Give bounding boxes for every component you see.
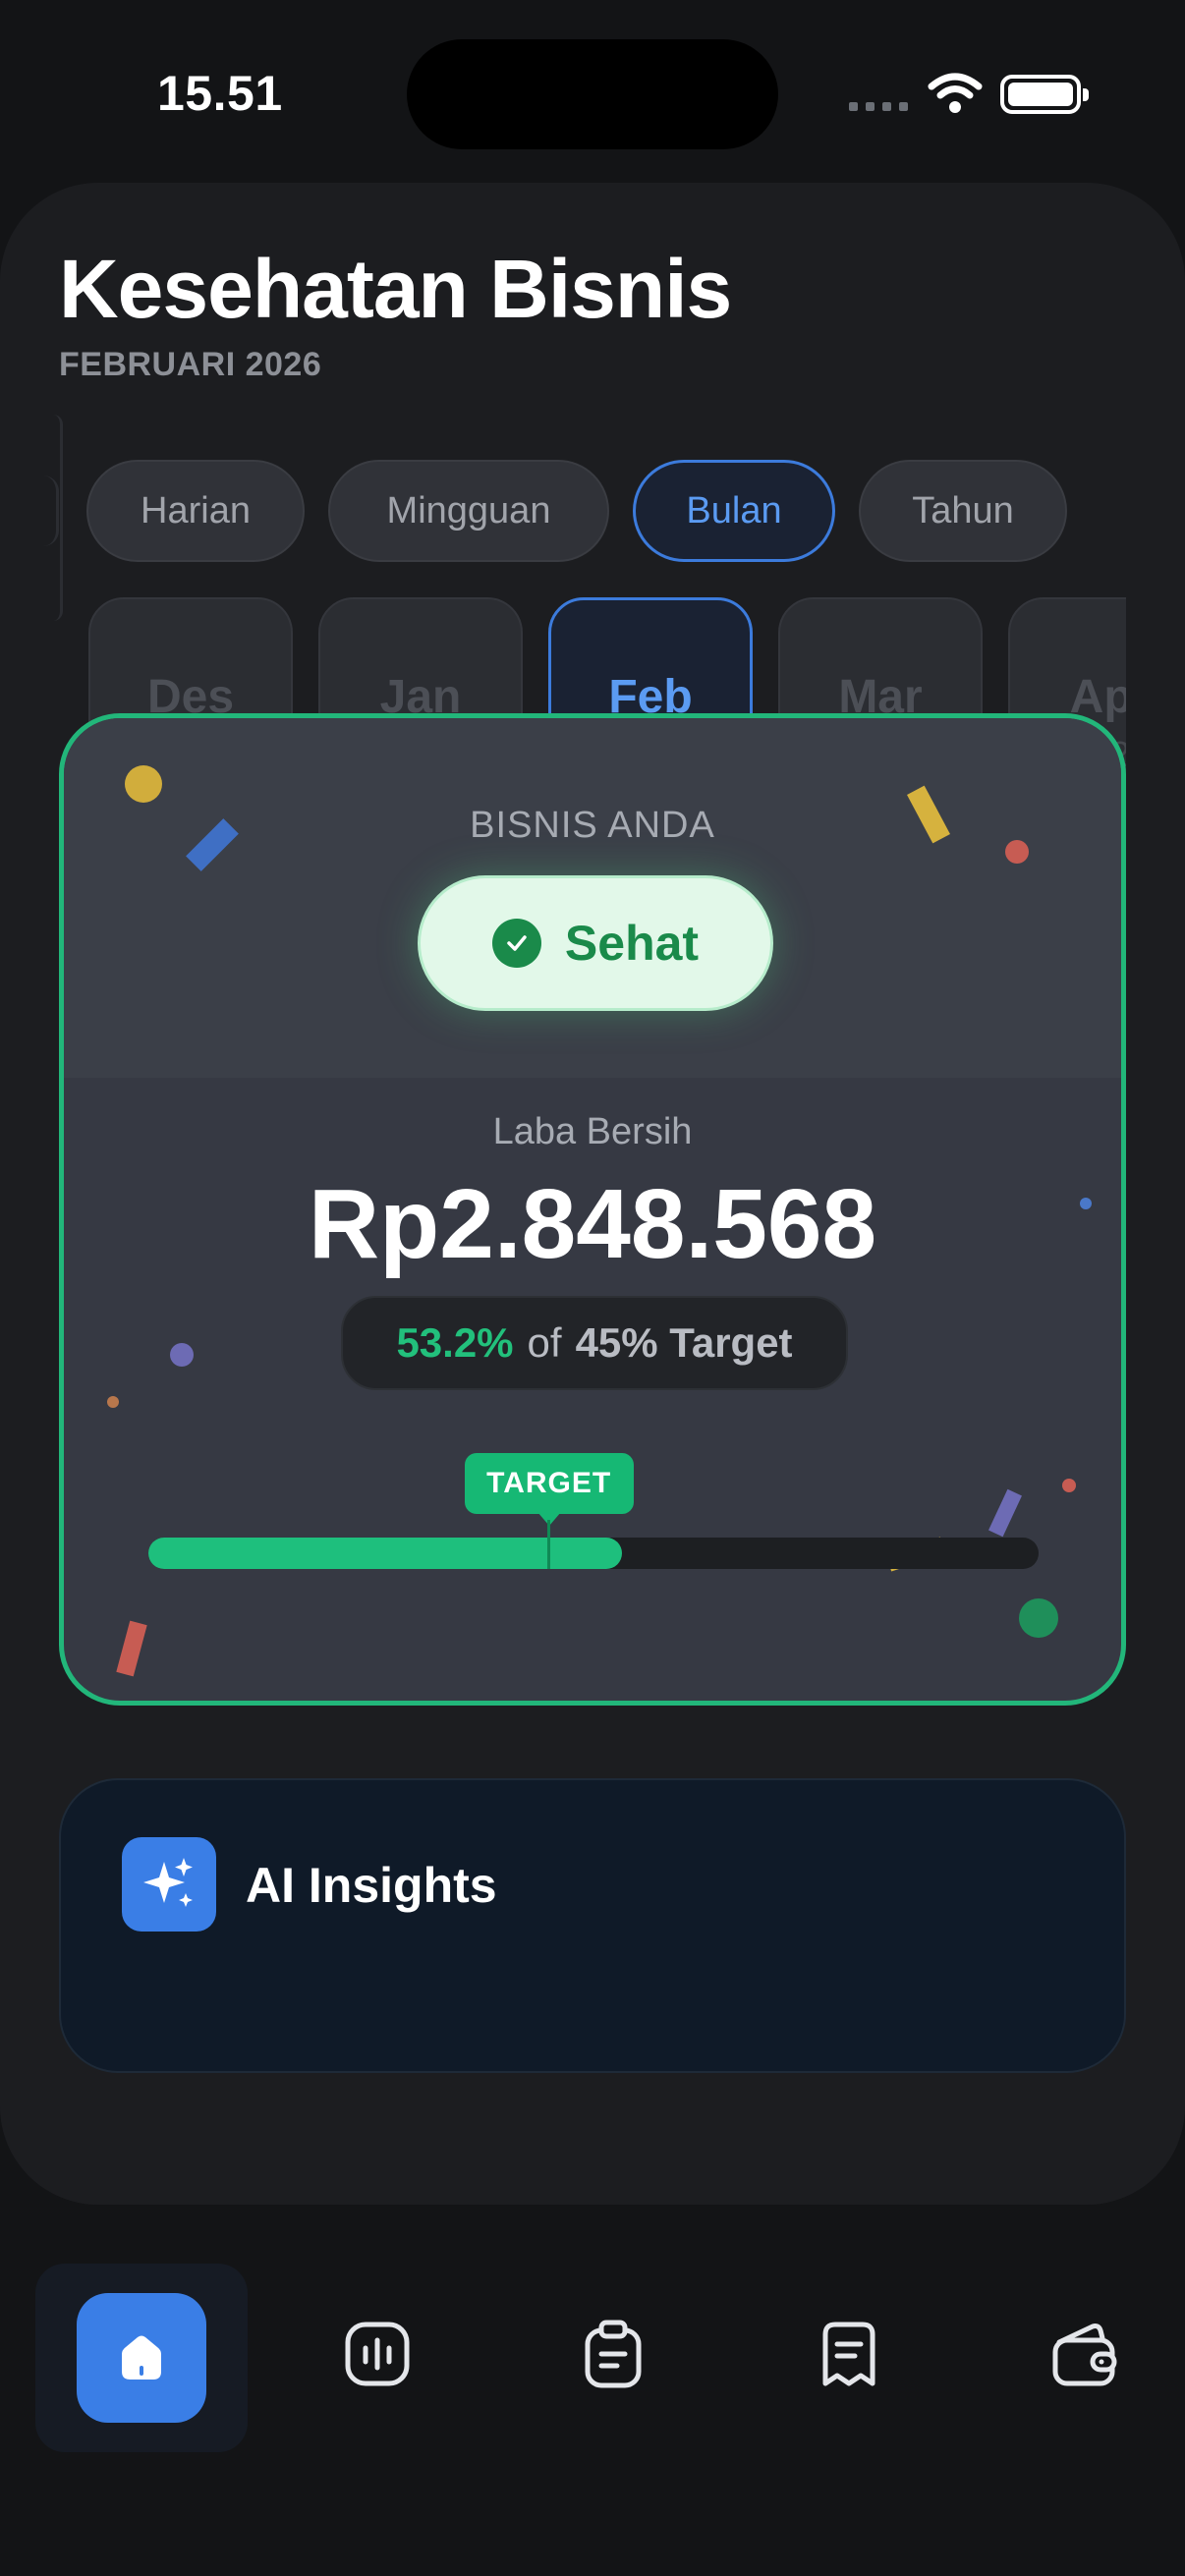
tab-bulan[interactable]: Bulan [633,460,835,562]
profit-progress-bar [148,1538,1039,1569]
nav-home-button[interactable] [77,2293,206,2423]
ai-insights-card[interactable]: AI Insights [59,1778,1126,2073]
wifi-icon [928,73,983,113]
chart-bars-icon [345,2322,410,2386]
achieved-percentage: 53.2% [396,1319,514,1366]
health-status-text: Sehat [564,916,700,971]
confetti-dot [107,1396,119,1408]
target-marker [547,1520,551,1569]
nav-transactions-button[interactable] [814,2319,884,2389]
net-profit-label: Laba Bersih [492,1111,693,1152]
nav-home-container [35,2264,248,2452]
confetti-strip [116,1620,147,1677]
business-label: BISNIS ANDA [470,805,715,846]
confetti-dot [170,1343,194,1367]
confetti-dot [125,765,162,803]
nav-wallet-button[interactable] [1049,2319,1120,2389]
dynamic-island [407,39,778,149]
target-percentage: 45% Target [575,1319,793,1366]
of-text: of [527,1319,562,1366]
month-scroll-edge [53,415,63,621]
sparkles-icon [122,1837,216,1932]
check-circle-icon [491,919,541,968]
screen: 15.51 Kesehatan Bisnis FEBRUARI 2026 Har… [0,0,1185,2576]
nav-tasks-button[interactable] [578,2319,649,2389]
page-title: Kesehatan Bisnis [59,243,732,335]
tab-tahun[interactable]: Tahun [859,460,1067,562]
target-badge: TARGET [464,1453,634,1514]
clipboard-icon [585,2320,642,2388]
tab-mingguan[interactable]: Mingguan [328,460,609,562]
net-profit-value: Rp2.848.568 [308,1169,877,1279]
page-subtitle: FEBRUARI 2026 [59,346,322,383]
tab-harian[interactable]: Harian [86,460,305,562]
cellular-signal-icon [849,102,908,111]
business-health-card: BISNIS ANDA Sehat Laba Bersih Rp2.848.56… [59,713,1126,1706]
confetti-dot [1062,1479,1076,1492]
nav-analytics-button[interactable] [342,2319,413,2389]
bottom-navigation [0,2260,1185,2456]
ai-insights-title: AI Insights [246,1858,497,1913]
period-tabs: Harian Mingguan Bulan Tahun [0,460,1185,564]
profit-progress-fill [148,1538,622,1569]
target-summary: 53.2% of 45% Target [341,1296,848,1390]
panel-bottom [0,2102,1185,2205]
health-status-badge[interactable]: Sehat [418,875,773,1011]
status-time: 15.51 [157,66,283,121]
battery-icon [1000,75,1089,114]
wallet-icon [1052,2324,1117,2386]
receipt-icon [822,2322,875,2386]
confetti-dot [1019,1598,1058,1638]
confetti-strip [988,1488,1022,1538]
home-icon [122,2335,161,2380]
